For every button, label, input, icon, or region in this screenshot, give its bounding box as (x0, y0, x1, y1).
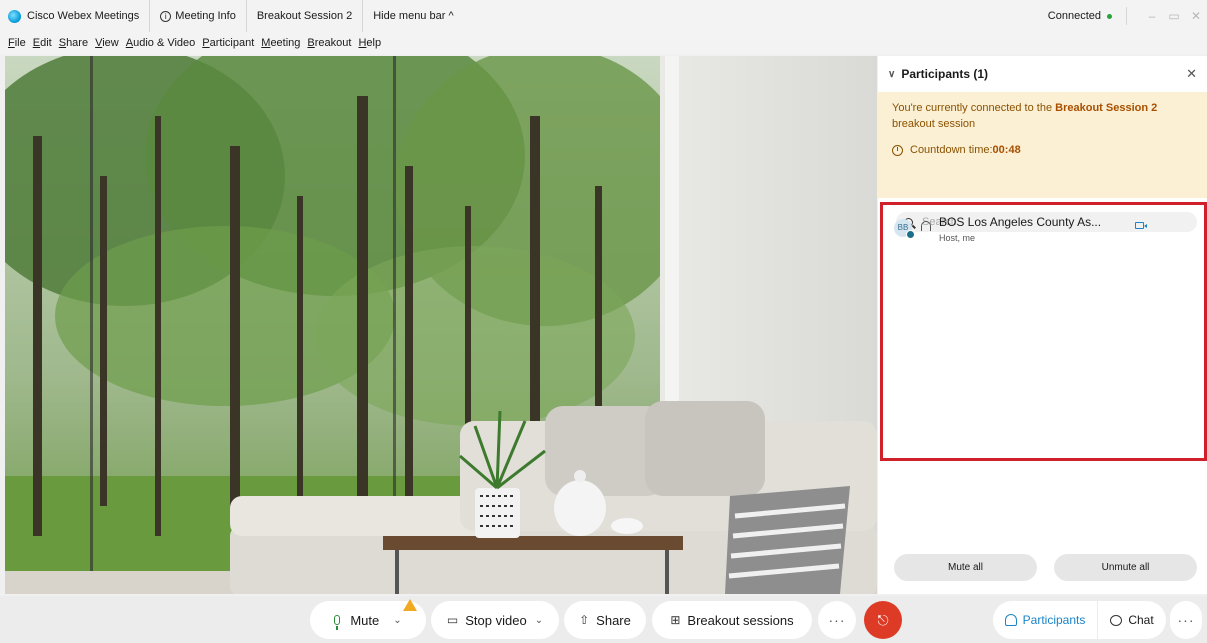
participant-list: BB BOS Los Angeles County As... Host, me (880, 202, 1207, 461)
app-title: Cisco Webex Meetings (0, 0, 151, 32)
video-area (5, 56, 877, 594)
banner-prefix: You're currently connected to the (892, 102, 1056, 114)
panel-title: Participants (1) (901, 67, 989, 81)
collapse-chevron-icon[interactable]: ∨ (888, 69, 895, 80)
microphone-icon (334, 615, 341, 630)
menu-breakout[interactable]: Breakout (307, 37, 351, 49)
meeting-controls: Mute ⌄ ▭ Stop video ⌄ ⇧ Share ⊞ Breakout… (0, 596, 1207, 643)
mute-all-button[interactable]: Mute all (894, 554, 1037, 581)
headset-icon (921, 221, 931, 231)
meeting-info-label: Meeting Info (175, 10, 236, 22)
more-options-button[interactable]: ··· (818, 601, 856, 639)
menu-help[interactable]: Help (358, 37, 381, 49)
menu-share[interactable]: Share (59, 37, 88, 49)
menu-file[interactable]: File (8, 37, 26, 49)
menu-audio-video[interactable]: Audio & Video (126, 37, 196, 49)
share-button[interactable]: ⇧ Share (564, 601, 646, 639)
divider (1126, 7, 1127, 25)
panel-actions: Mute all Unmute all (894, 554, 1197, 581)
more-icon: ··· (828, 612, 846, 628)
leave-icon: ⎋ (877, 612, 889, 628)
menu-meeting[interactable]: Meeting (261, 37, 300, 49)
countdown-label: Countdown time: (910, 144, 993, 156)
video-camera-icon: ▭ (446, 613, 459, 627)
banner-message: You're currently connected to the Breako… (892, 100, 1193, 132)
participant-info: BOS Los Angeles County As... Host, me (939, 215, 1101, 243)
countdown-value: 00:48 (992, 144, 1021, 156)
presence-icon (906, 230, 915, 239)
share-icon: ⇧ (579, 613, 590, 627)
banner-session-name: Breakout Session 2 (1055, 102, 1158, 114)
menu-edit[interactable]: Edit (33, 37, 52, 49)
mute-label: Mute (350, 612, 380, 628)
connection-status: Connected (1047, 10, 1101, 22)
session-name: Breakout Session 2 (247, 0, 364, 32)
share-label: Share (596, 612, 631, 628)
connected-indicator-icon (1107, 13, 1112, 19)
close-panel-button[interactable]: ✕ (1186, 66, 1197, 82)
menu-view[interactable]: View (95, 37, 119, 49)
breakout-label: Breakout sessions (687, 612, 794, 628)
breakout-sessions-button[interactable]: ⊞ Breakout sessions (652, 601, 812, 639)
chevron-down-icon[interactable]: ⌄ (535, 615, 543, 626)
panel-header: ∨ Participants (1) ✕ (878, 56, 1207, 92)
hide-menu-label: Hide menu bar ^ (373, 10, 454, 22)
title-bar: Cisco Webex Meetings i Meeting Info Brea… (0, 0, 1207, 32)
chat-bubble-icon (1110, 614, 1123, 626)
close-window-button[interactable]: ✕ (1185, 9, 1207, 23)
unmute-all-button[interactable]: Unmute all (1054, 554, 1197, 581)
warning-icon (403, 599, 417, 611)
participants-toggle-button[interactable]: Participants (993, 601, 1097, 639)
chat-button[interactable]: Chat (1098, 601, 1166, 639)
menu-bar: File Edit Share View Audio & Video Parti… (0, 32, 1207, 54)
more-icon: ··· (1177, 612, 1195, 628)
session-label: Breakout Session 2 (256, 10, 353, 22)
breakout-icon: ⊞ (670, 613, 681, 627)
breakout-banner: You're currently connected to the Breako… (878, 92, 1207, 198)
countdown: Countdown time: 00:48 (892, 142, 1193, 158)
clock-icon (892, 144, 903, 156)
person-icon (1004, 614, 1017, 626)
participants-label: Participants (1022, 613, 1086, 627)
virtual-background-image (5, 56, 877, 594)
webex-logo-icon (8, 9, 21, 23)
meeting-info-button[interactable]: i Meeting Info (150, 0, 247, 32)
stop-video-button[interactable]: ▭ Stop video ⌄ (431, 601, 559, 639)
participant-name: BOS Los Angeles County As... (939, 215, 1102, 229)
hide-menu-bar-button[interactable]: Hide menu bar ^ (363, 0, 463, 32)
banner-suffix: breakout session (892, 118, 976, 130)
participants-panel: ∨ Participants (1) ✕ You're currently co… (878, 56, 1207, 594)
list-item[interactable]: BB BOS Los Angeles County As... Host, me (883, 205, 1204, 243)
chat-label: Chat (1128, 613, 1154, 627)
minimize-button[interactable]: – (1141, 9, 1163, 23)
participant-role: Host, me (939, 233, 976, 243)
stop-video-label: Stop video (465, 612, 527, 628)
video-camera-icon[interactable] (1135, 222, 1147, 229)
avatar: BB (894, 219, 915, 239)
menu-participant[interactable]: Participant (202, 37, 254, 49)
app-name: Cisco Webex Meetings (27, 10, 140, 22)
leave-meeting-button[interactable]: ⎋ (864, 601, 902, 639)
panel-more-button[interactable]: ··· (1170, 601, 1202, 639)
maximize-button[interactable]: ▭ (1163, 9, 1185, 23)
info-icon: i (160, 10, 172, 22)
chevron-down-icon[interactable]: ⌄ (393, 615, 401, 626)
